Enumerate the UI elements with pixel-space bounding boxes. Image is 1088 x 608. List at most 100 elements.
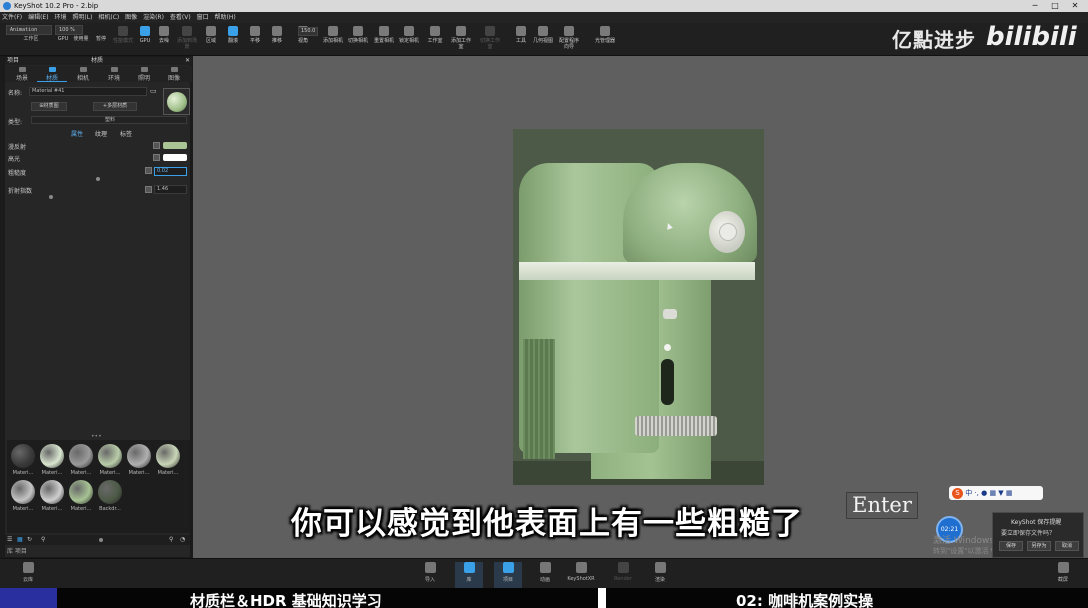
specular-texture-icon[interactable] (153, 154, 160, 161)
list-view-icon[interactable]: ☰ (7, 536, 12, 543)
ribbon-button-8[interactable]: 区域 (200, 25, 222, 55)
bottom-button-8[interactable]: 截屏 (1049, 562, 1077, 588)
tab-camera[interactable]: 相机 (68, 66, 98, 82)
ribbon-button-7[interactable]: 添加到场景 (176, 25, 198, 55)
bottom-button-2[interactable]: 库 (455, 562, 483, 588)
save-material-icon[interactable]: ▭ (150, 87, 157, 95)
refresh-icon[interactable]: ↻ (27, 536, 32, 543)
lighting-icon (140, 67, 148, 72)
menu-environment[interactable]: 环境 (52, 12, 68, 23)
diffuse-color-swatch[interactable] (163, 142, 187, 149)
specular-color-swatch[interactable] (163, 154, 187, 161)
diffuse-texture-icon[interactable] (153, 142, 160, 149)
library-search-icon[interactable]: ⚲ (169, 536, 173, 543)
ribbon-button-label: 性能模式 (112, 38, 133, 44)
tab-lighting[interactable]: 照明 (129, 66, 159, 82)
ribbon-button-23[interactable]: 光管理器 (594, 25, 616, 55)
ribbon-button-13[interactable]: 添加相机 (322, 25, 344, 55)
dialog-save-as-button[interactable]: 另存为 (1027, 541, 1051, 551)
ribbon-button-11[interactable]: 推移 (266, 25, 288, 55)
palette-icon[interactable]: ◔ (180, 536, 185, 543)
refraction-index-field[interactable]: 1.46 (154, 185, 187, 194)
library-material-thumb[interactable] (156, 444, 180, 468)
library-material-thumb[interactable] (11, 444, 35, 468)
dialog-save-button[interactable]: 保存 (999, 541, 1023, 551)
ribbon-button-9[interactable]: 翻滚 (222, 25, 244, 55)
menu-image[interactable]: 图像 (123, 12, 139, 23)
bottom-button-4[interactable]: 动画 (531, 562, 559, 588)
panel-resize-handle[interactable]: ••• (91, 433, 102, 440)
bottom-button-3[interactable]: 项目 (494, 562, 522, 588)
library-material-thumb[interactable] (40, 444, 64, 468)
close-button[interactable]: ✕ (1062, 0, 1088, 12)
panel-header: 项目 材质 ✕ (5, 57, 192, 65)
library-toolbar: ☰ ▦ ↻ ⚲ ⚲ ◔ (5, 535, 190, 545)
region-icon (206, 26, 216, 36)
ime-toolbar[interactable]: S 中 ·, ● ▦ ▼ ▦ (949, 486, 1043, 500)
ribbon-button-4[interactable]: 性能模式 (112, 25, 134, 55)
search-icon[interactable]: ⚲ (41, 536, 45, 543)
animation-dropdown[interactable]: Animation (6, 25, 52, 35)
multi-material-button[interactable]: +多层材质 (93, 102, 137, 111)
render-viewport[interactable] (193, 56, 1088, 558)
roughness-slider-handle[interactable] (96, 177, 100, 181)
library-material-thumb[interactable] (69, 480, 93, 504)
menu-file[interactable]: 文件(F) (0, 12, 24, 23)
ribbon-button-6[interactable]: 去噪 (153, 25, 175, 55)
ribbon-button-18[interactable]: 添加工作室 (450, 25, 472, 55)
thumbnail-size-handle[interactable] (99, 538, 103, 542)
fov-value-field[interactable]: 150.0 (298, 27, 318, 36)
ribbon-button-20[interactable]: 工具 (510, 25, 532, 55)
material-type-dropdown[interactable]: 塑料 (31, 116, 187, 124)
grid-view-icon[interactable]: ▦ (17, 536, 23, 543)
tab-material[interactable]: 材质 (37, 66, 67, 82)
panel-close-icon[interactable]: ✕ (185, 57, 190, 65)
tab-scene[interactable]: 场景 (7, 66, 37, 82)
library-material-thumb[interactable] (11, 480, 35, 504)
subtab-properties[interactable]: 属性 (71, 129, 83, 138)
refraction-slider-handle[interactable] (49, 195, 53, 199)
dialog-cancel-button[interactable]: 取消 (1055, 541, 1079, 551)
ribbon-button-15[interactable]: 重置相机 (373, 25, 395, 55)
menu-window[interactable]: 窗口 (195, 12, 211, 23)
bottom-button-1[interactable]: 导入 (416, 562, 444, 588)
subtab-textures[interactable]: 纹理 (95, 129, 107, 138)
material-name-field[interactable]: Material #41 (29, 87, 147, 96)
library-material-thumb[interactable] (69, 444, 93, 468)
lock-camera-icon (404, 26, 414, 36)
ribbon-button-22[interactable]: 配置程序向导 (558, 25, 580, 55)
ribbon-button-label: 工作区 (23, 36, 39, 42)
panel-footer-tabs[interactable]: 库 项目 (5, 547, 192, 557)
bottom-button-7[interactable]: 渲染 (646, 562, 674, 588)
menu-lighting[interactable]: 照明(L) (70, 12, 94, 23)
menu-edit[interactable]: 编辑(E) (26, 12, 50, 23)
material-graph-button[interactable]: ⊞材质图 (31, 102, 67, 111)
ribbon-button-label: 添加到场景 (176, 38, 197, 50)
ribbon-button-label: 去噪 (158, 38, 169, 44)
ribbon-button-21[interactable]: 几何视图 (532, 25, 554, 55)
menu-view[interactable]: 查看(V) (168, 12, 193, 23)
bottom-button-6[interactable]: Render (609, 562, 637, 588)
library-material-thumb[interactable] (98, 480, 122, 504)
refraction-texture-icon[interactable] (145, 186, 152, 193)
roughness-texture-icon[interactable] (145, 167, 152, 174)
material-icon (48, 67, 56, 72)
ribbon-button-14[interactable]: 切换相机 (347, 25, 369, 55)
ribbon-button-16[interactable]: 锁定相机 (398, 25, 420, 55)
menu-camera[interactable]: 相机(C) (96, 12, 121, 23)
menu-help[interactable]: 帮助(H) (213, 12, 238, 23)
tab-environment[interactable]: 环境 (99, 66, 129, 82)
bottom-button-0[interactable]: 云库 (14, 562, 42, 588)
ribbon-button-10[interactable]: 平移 (244, 25, 266, 55)
library-material-thumb[interactable] (127, 444, 151, 468)
ribbon-button-19[interactable]: 切换工作室 (479, 25, 501, 55)
ribbon-button-17[interactable]: 工作室 (424, 25, 446, 55)
roughness-value-field[interactable]: 0.02 (154, 167, 187, 176)
menu-render[interactable]: 渲染(R) (141, 12, 166, 23)
subtab-labels[interactable]: 标签 (120, 129, 132, 138)
bottom-button-5[interactable]: KeyShotXR (567, 562, 595, 588)
library-material-thumb[interactable] (40, 480, 64, 504)
zoom-dropdown[interactable]: 100 % (55, 25, 83, 35)
tab-image[interactable]: 图像 (159, 66, 189, 82)
library-material-thumb[interactable] (98, 444, 122, 468)
